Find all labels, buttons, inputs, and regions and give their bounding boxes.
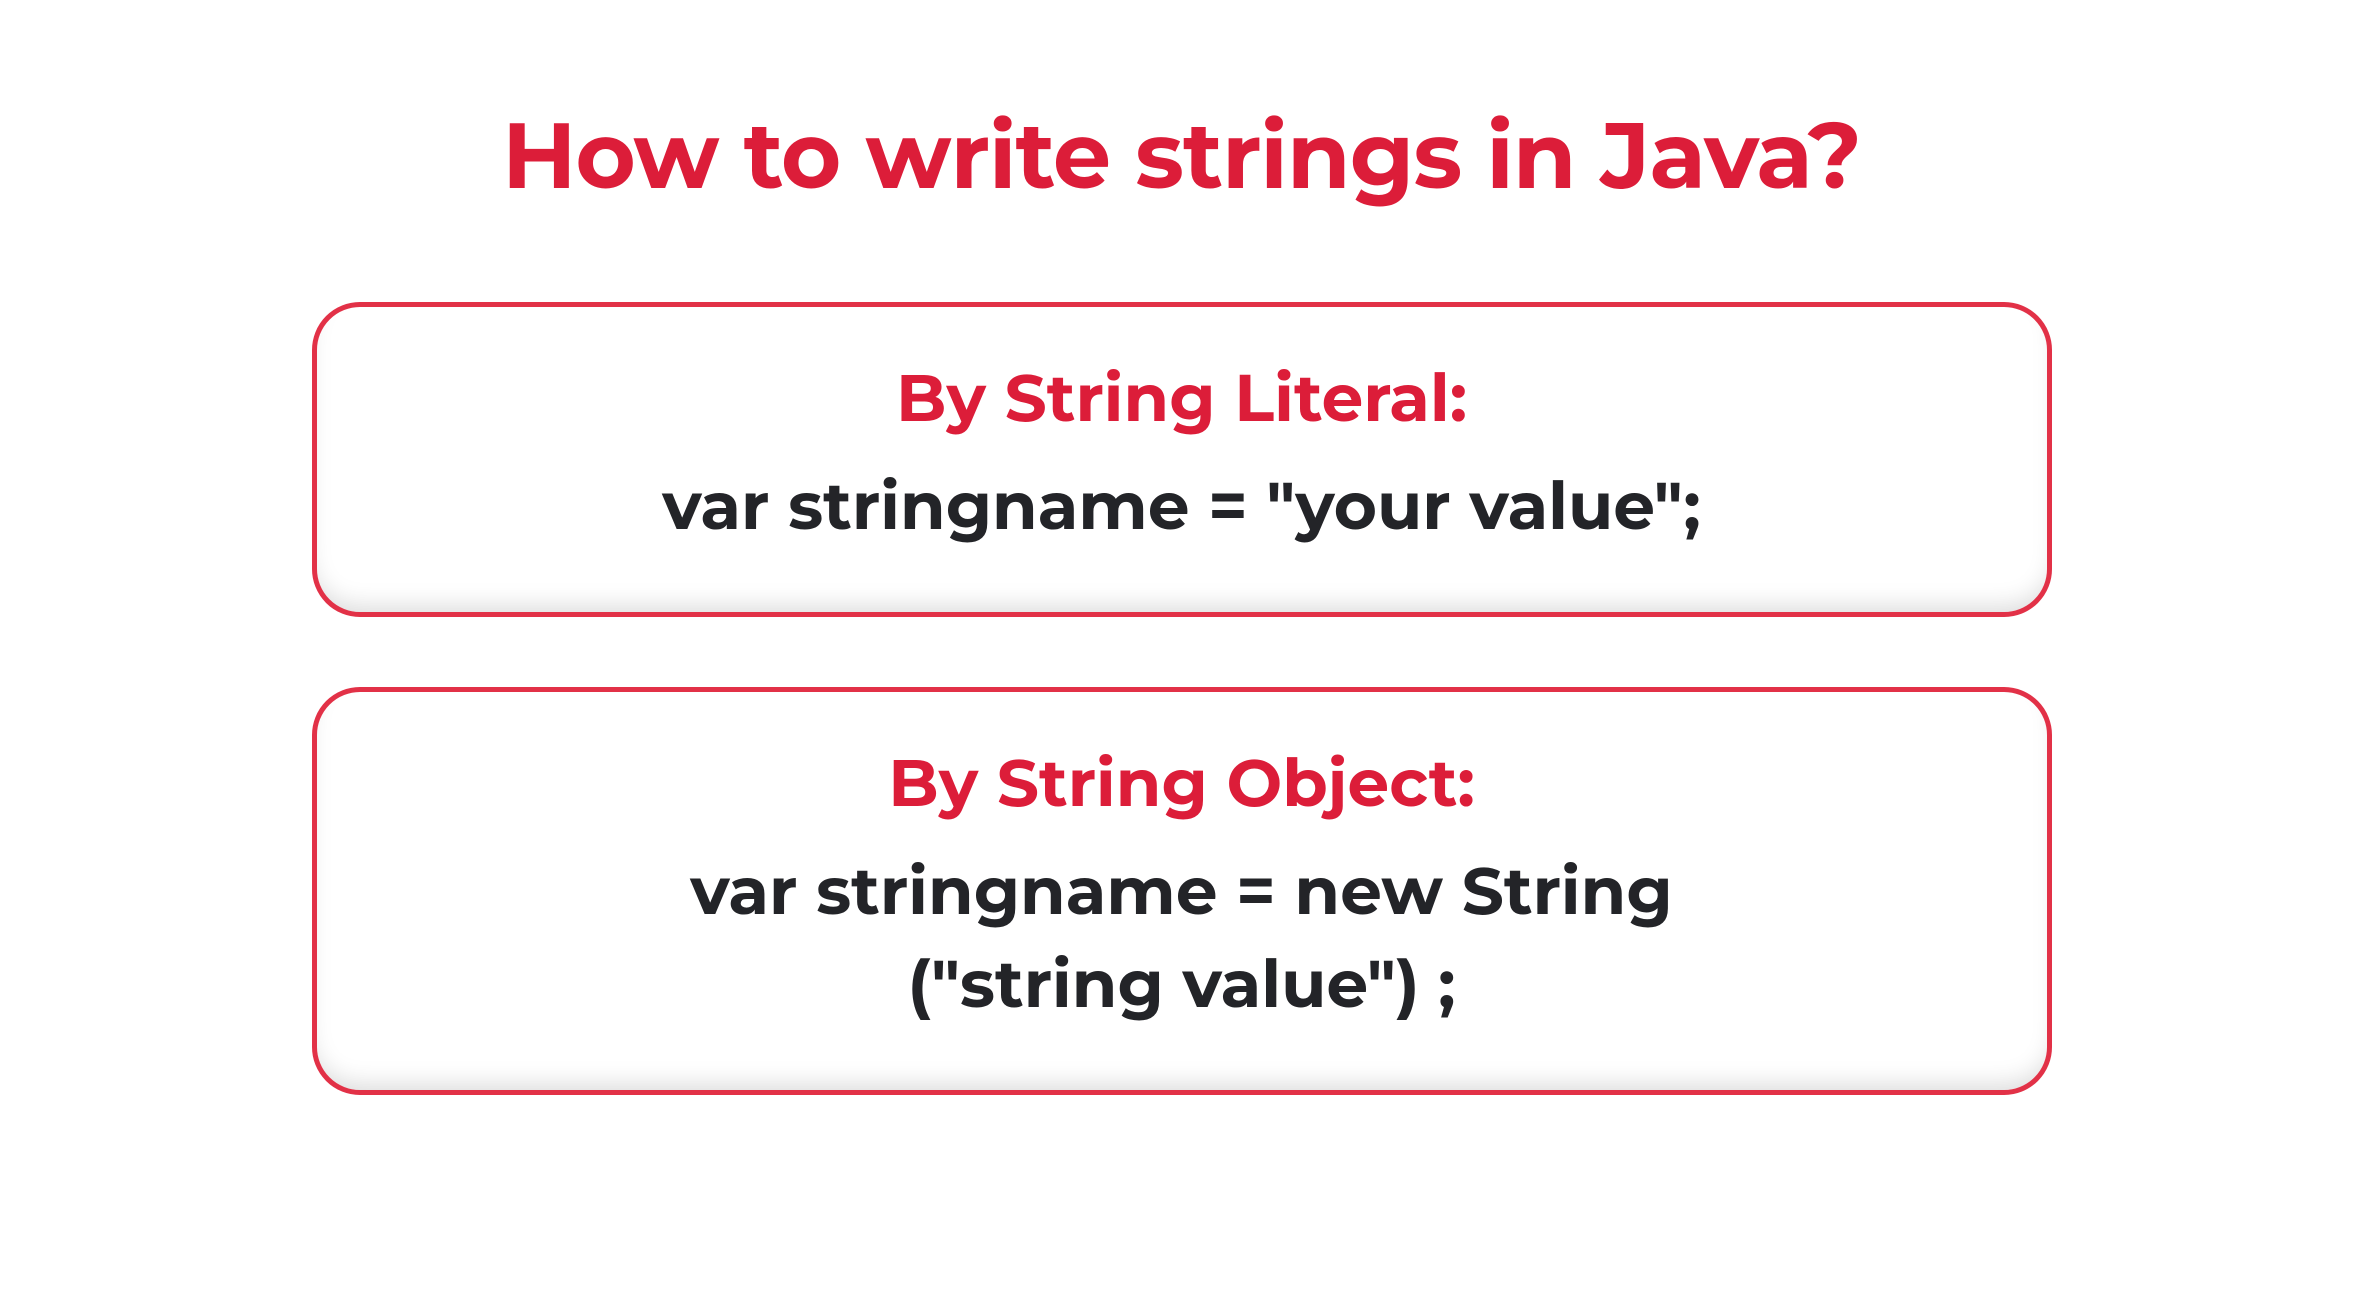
method-heading: By String Literal:: [357, 357, 2007, 438]
content-container: How to write strings in Java? By String …: [302, 100, 2062, 1165]
page-title: How to write strings in Java?: [502, 100, 1861, 212]
method-code: var stringname = "your value";: [357, 460, 2007, 552]
method-code: var stringname = new String ("string val…: [357, 845, 2007, 1030]
method-heading: By String Object:: [357, 742, 2007, 823]
code-line: var stringname = new String: [357, 845, 2007, 937]
code-line: var stringname = "your value";: [357, 460, 2007, 552]
code-line: ("string value") ;: [357, 938, 2007, 1030]
method-box-object: By String Object: var stringname = new S…: [312, 687, 2052, 1095]
method-box-literal: By String Literal: var stringname = "you…: [312, 302, 2052, 617]
